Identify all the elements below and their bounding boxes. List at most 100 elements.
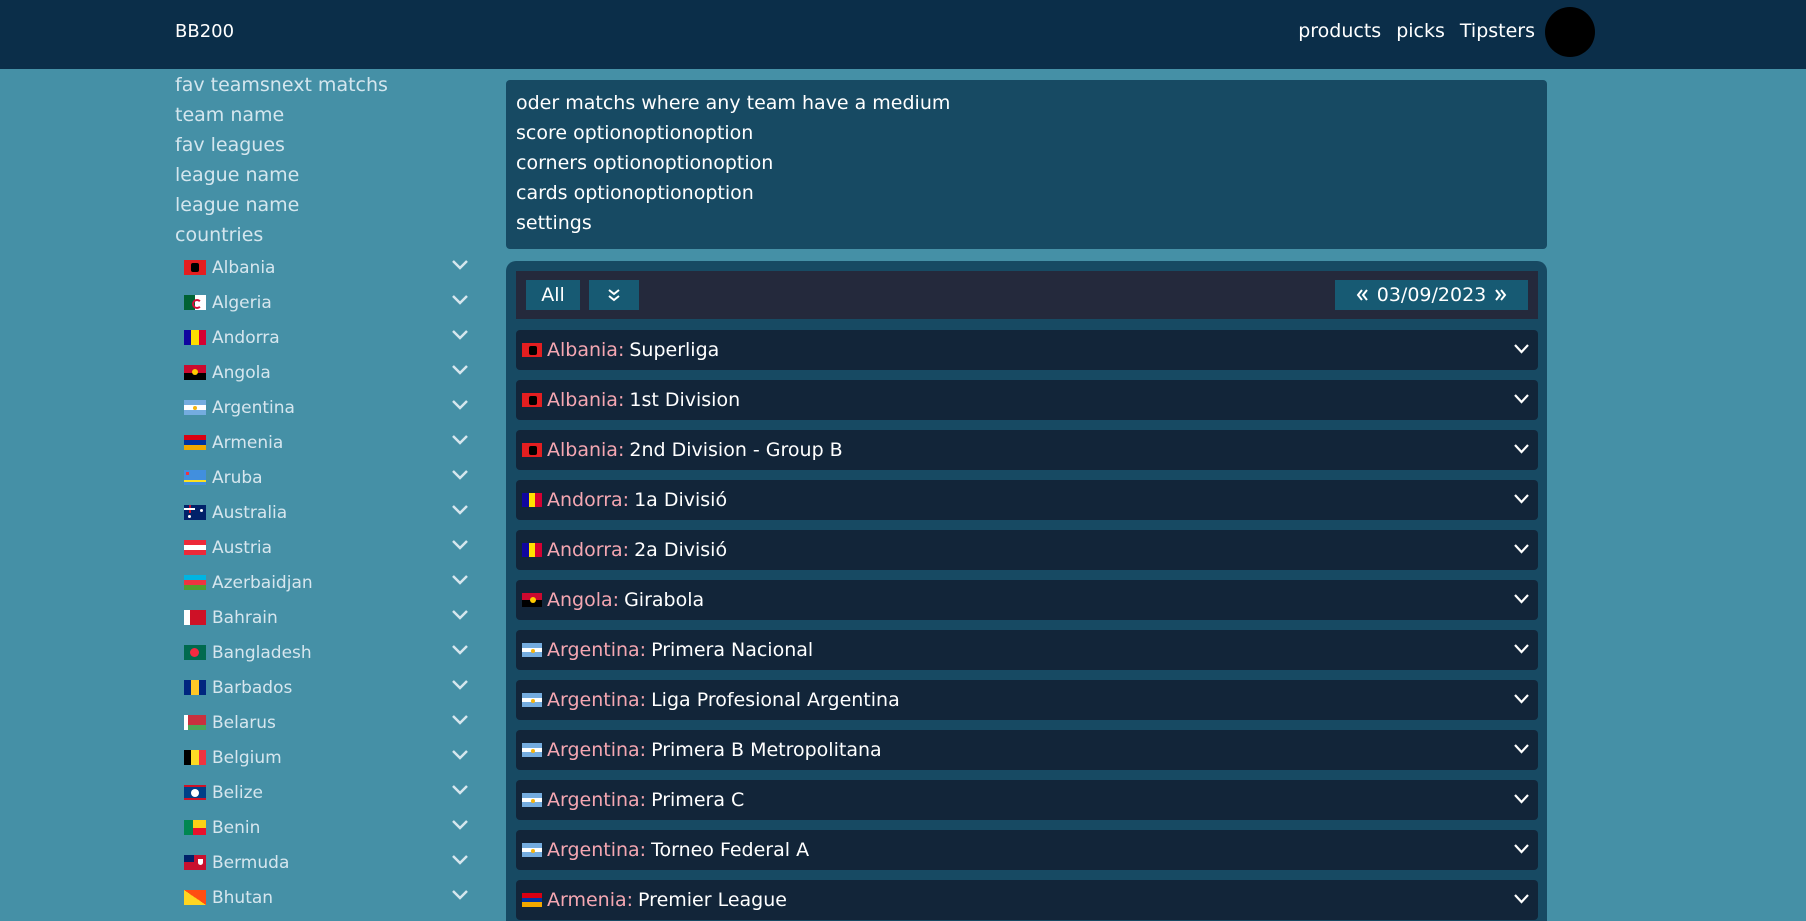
filter-settings[interactable]: settings — [516, 212, 592, 234]
league-name: Torneo Federal A — [651, 839, 810, 861]
chevron-down-icon[interactable] — [1513, 493, 1530, 505]
league-row[interactable]: Argentina: Primera Nacional — [516, 630, 1538, 670]
chevron-down-icon[interactable] — [451, 469, 469, 481]
sidebar-link-league-name-2[interactable]: league name — [175, 190, 475, 220]
nav-products[interactable]: products — [1298, 20, 1381, 42]
andorra-flag-icon — [184, 330, 206, 345]
brand-logo[interactable]: BB200 — [175, 21, 234, 42]
argentina-flag-icon — [184, 400, 206, 415]
league-row[interactable]: Albania: 1st Division — [516, 380, 1538, 420]
chevron-down-icon[interactable] — [451, 889, 469, 901]
country-label: Bermuda — [212, 852, 290, 873]
chevron-down-icon[interactable] — [1513, 543, 1530, 555]
nav-tipsters[interactable]: Tipsters — [1460, 20, 1535, 42]
country-item[interactable]: Albania — [184, 250, 469, 285]
benin-flag-icon — [184, 820, 206, 835]
league-name: Primera Nacional — [651, 639, 814, 661]
league-row[interactable]: Argentina: Torneo Federal A — [516, 830, 1538, 870]
sidebar-link-countries[interactable]: countries — [175, 220, 475, 250]
league-row[interactable]: Albania: Superliga — [516, 330, 1538, 370]
league-row[interactable]: Argentina: Liga Profesional Argentina — [516, 680, 1538, 720]
chevron-down-icon[interactable] — [451, 504, 469, 516]
country-item[interactable]: Australia — [184, 495, 469, 530]
prev-date-button[interactable] — [1355, 288, 1369, 302]
chevron-down-icon[interactable] — [451, 399, 469, 411]
country-item[interactable]: Armenia — [184, 425, 469, 460]
sidebar: fav teamsnext matchs team name fav leagu… — [175, 70, 475, 908]
filter-score[interactable]: score optionoptionoption — [516, 122, 753, 144]
country-item[interactable]: Belgium — [184, 740, 469, 775]
chevron-down-icon[interactable] — [1513, 343, 1530, 355]
country-item[interactable]: Algeria — [184, 285, 469, 320]
albania-flag-icon — [522, 343, 542, 357]
league-country: Andorra: — [547, 539, 630, 561]
chevron-down-icon[interactable] — [1513, 743, 1530, 755]
league-row[interactable]: Argentina: Primera B Metropolitana — [516, 730, 1538, 770]
chevron-down-icon[interactable] — [1513, 793, 1530, 805]
chevron-down-icon[interactable] — [451, 784, 469, 796]
main-nav: products picks Tipsters — [1298, 20, 1535, 42]
country-item[interactable]: Barbados — [184, 670, 469, 705]
league-name: Premier League — [638, 889, 787, 911]
chevron-down-icon[interactable] — [1513, 443, 1530, 455]
country-item[interactable]: Bahrain — [184, 600, 469, 635]
country-item[interactable]: Angola — [184, 355, 469, 390]
country-item[interactable]: Aruba — [184, 460, 469, 495]
sidebar-link-fav-teams[interactable]: fav teamsnext matchs — [175, 70, 475, 100]
sidebar-link-league-name[interactable]: league name — [175, 160, 475, 190]
chevron-down-icon[interactable] — [1513, 593, 1530, 605]
chevron-down-icon[interactable] — [451, 329, 469, 341]
filter-order-text[interactable]: oder matchs where any team have a medium — [516, 92, 950, 114]
chevron-down-icon[interactable] — [451, 609, 469, 621]
country-label: Belize — [212, 782, 263, 803]
chevron-down-icon[interactable] — [1513, 893, 1530, 905]
country-item[interactable]: Benin — [184, 810, 469, 845]
country-item[interactable]: Andorra — [184, 320, 469, 355]
country-item[interactable]: Belarus — [184, 705, 469, 740]
league-row[interactable]: Andorra: 1a Divisió — [516, 480, 1538, 520]
chevron-down-icon[interactable] — [451, 854, 469, 866]
league-row[interactable]: Albania: 2nd Division - Group B — [516, 430, 1538, 470]
country-item[interactable]: Bangladesh — [184, 635, 469, 670]
algeria-flag-icon — [184, 295, 206, 310]
andorra-flag-icon — [522, 543, 542, 557]
chevron-down-icon[interactable] — [451, 364, 469, 376]
chevron-down-icon[interactable] — [451, 714, 469, 726]
chevron-down-icon[interactable] — [1513, 393, 1530, 405]
country-label: Argentina — [212, 397, 295, 418]
country-item[interactable]: Bermuda — [184, 845, 469, 880]
nav-picks[interactable]: picks — [1396, 20, 1445, 42]
sidebar-link-team-name[interactable]: team name — [175, 100, 475, 130]
next-date-button[interactable] — [1494, 288, 1508, 302]
armenia-flag-icon — [522, 893, 542, 907]
country-item[interactable]: Austria — [184, 530, 469, 565]
expand-all-button[interactable] — [589, 280, 639, 310]
chevron-down-icon[interactable] — [451, 294, 469, 306]
chevron-down-icon[interactable] — [1513, 843, 1530, 855]
date-picker: 03/09/2023 — [1335, 280, 1528, 310]
country-item[interactable]: Argentina — [184, 390, 469, 425]
sidebar-link-fav-leagues[interactable]: fav leagues — [175, 130, 475, 160]
filter-corners[interactable]: corners optionoptionoption — [516, 152, 773, 174]
chevron-down-icon[interactable] — [451, 644, 469, 656]
country-item[interactable]: Bhutan — [184, 880, 469, 915]
league-row[interactable]: Argentina: Primera C — [516, 780, 1538, 820]
country-item[interactable]: Belize — [184, 775, 469, 810]
chevron-down-icon[interactable] — [451, 434, 469, 446]
chevron-down-icon[interactable] — [451, 679, 469, 691]
chevron-down-icon[interactable] — [1513, 643, 1530, 655]
league-name: Girabola — [624, 589, 705, 611]
league-row[interactable]: Armenia: Premier League — [516, 880, 1538, 920]
all-button[interactable]: All — [526, 280, 580, 310]
user-avatar[interactable] — [1545, 7, 1595, 57]
league-row[interactable]: Angola: Girabola — [516, 580, 1538, 620]
chevron-down-icon[interactable] — [451, 819, 469, 831]
chevron-down-icon[interactable] — [451, 749, 469, 761]
chevron-down-icon[interactable] — [451, 259, 469, 271]
chevron-down-icon[interactable] — [451, 539, 469, 551]
country-item[interactable]: Azerbaidjan — [184, 565, 469, 600]
league-row[interactable]: Andorra: 2a Divisió — [516, 530, 1538, 570]
filter-cards[interactable]: cards optionoptionoption — [516, 182, 754, 204]
chevron-down-icon[interactable] — [451, 574, 469, 586]
chevron-down-icon[interactable] — [1513, 693, 1530, 705]
